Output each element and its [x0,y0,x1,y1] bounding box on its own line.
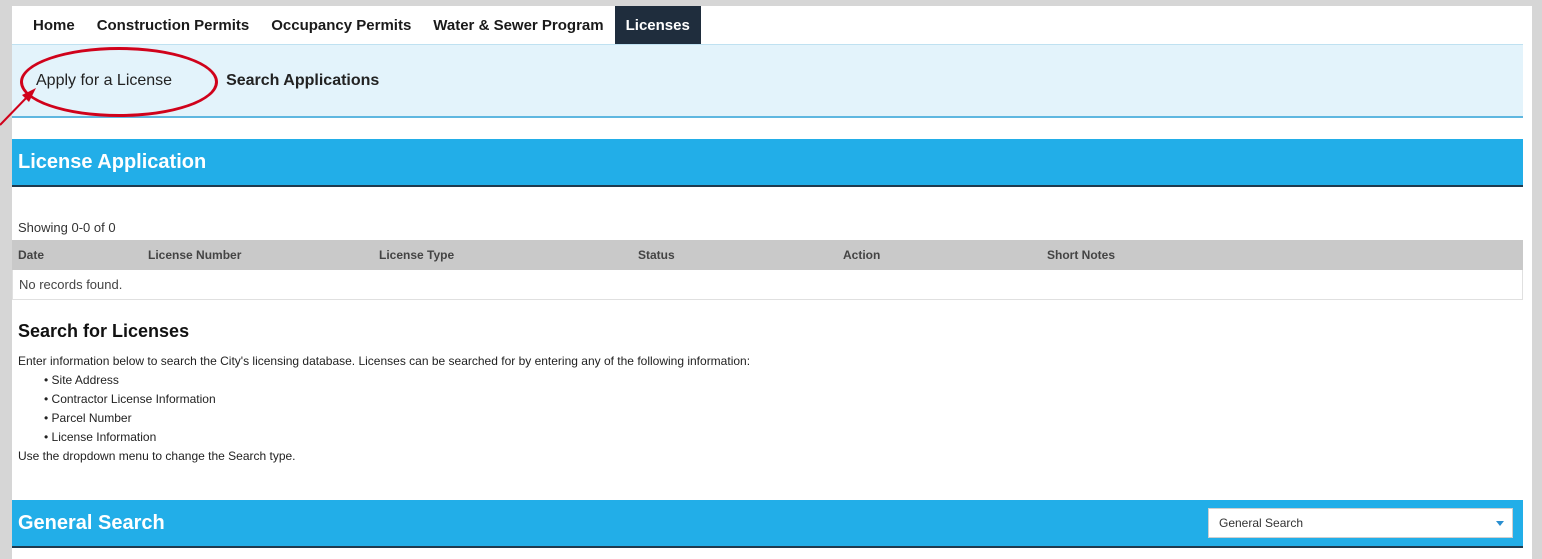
top-nav: Home Construction Permits Occupancy Perm… [12,6,1532,51]
search-intro: Enter information below to search the Ci… [18,354,751,368]
search-type-dropdown[interactable]: General Search [1208,508,1513,538]
col-short-notes: Short Notes [1047,248,1116,262]
col-license-type[interactable]: License Type [379,248,454,262]
empty-row: No records found. [12,270,1523,300]
nav-occupancy-permits[interactable]: Occupancy Permits [260,6,422,44]
empty-message: No records found. [19,277,123,292]
chevron-down-icon [1496,520,1504,526]
nav-home[interactable]: Home [22,6,86,44]
search-applications-link[interactable]: Search Applications [226,72,379,90]
search-footer: Use the dropdown menu to change the Sear… [18,449,296,463]
nav-construction-permits[interactable]: Construction Permits [86,6,261,44]
col-date[interactable]: Date [18,248,44,262]
nav-licenses[interactable]: Licenses [614,6,701,51]
license-application-header: License Application [12,139,1523,187]
page: Home Construction Permits Occupancy Perm… [12,6,1532,559]
search-licenses-title: Search for Licenses [18,321,190,341]
col-status[interactable]: Status [638,248,675,262]
general-search-title: General Search [18,511,165,534]
license-application-title: License Application [18,150,207,173]
license-table: Date License Number License Type Status … [12,240,1523,300]
search-description: Enter information below to search the Ci… [18,352,750,466]
col-license-number[interactable]: License Number [148,248,241,262]
col-action: Action [843,248,881,262]
list-item: Contractor License Information [44,390,750,409]
search-type-value: General Search [1219,516,1304,530]
search-criteria-list: Site Address Contractor License Informat… [18,371,750,447]
table-header: Date License Number License Type Status … [12,240,1523,270]
list-item: License Information [44,428,750,447]
general-search-header: General Search General Search [12,500,1523,548]
sub-nav: Apply for a License Search Applications [12,44,1523,118]
nav-water-sewer-program[interactable]: Water & Sewer Program [422,6,614,44]
record-count: Showing 0-0 of 0 [18,220,116,235]
list-item: Site Address [44,371,750,390]
list-item: Parcel Number [44,409,750,428]
apply-for-license-link[interactable]: Apply for a License [36,72,172,90]
